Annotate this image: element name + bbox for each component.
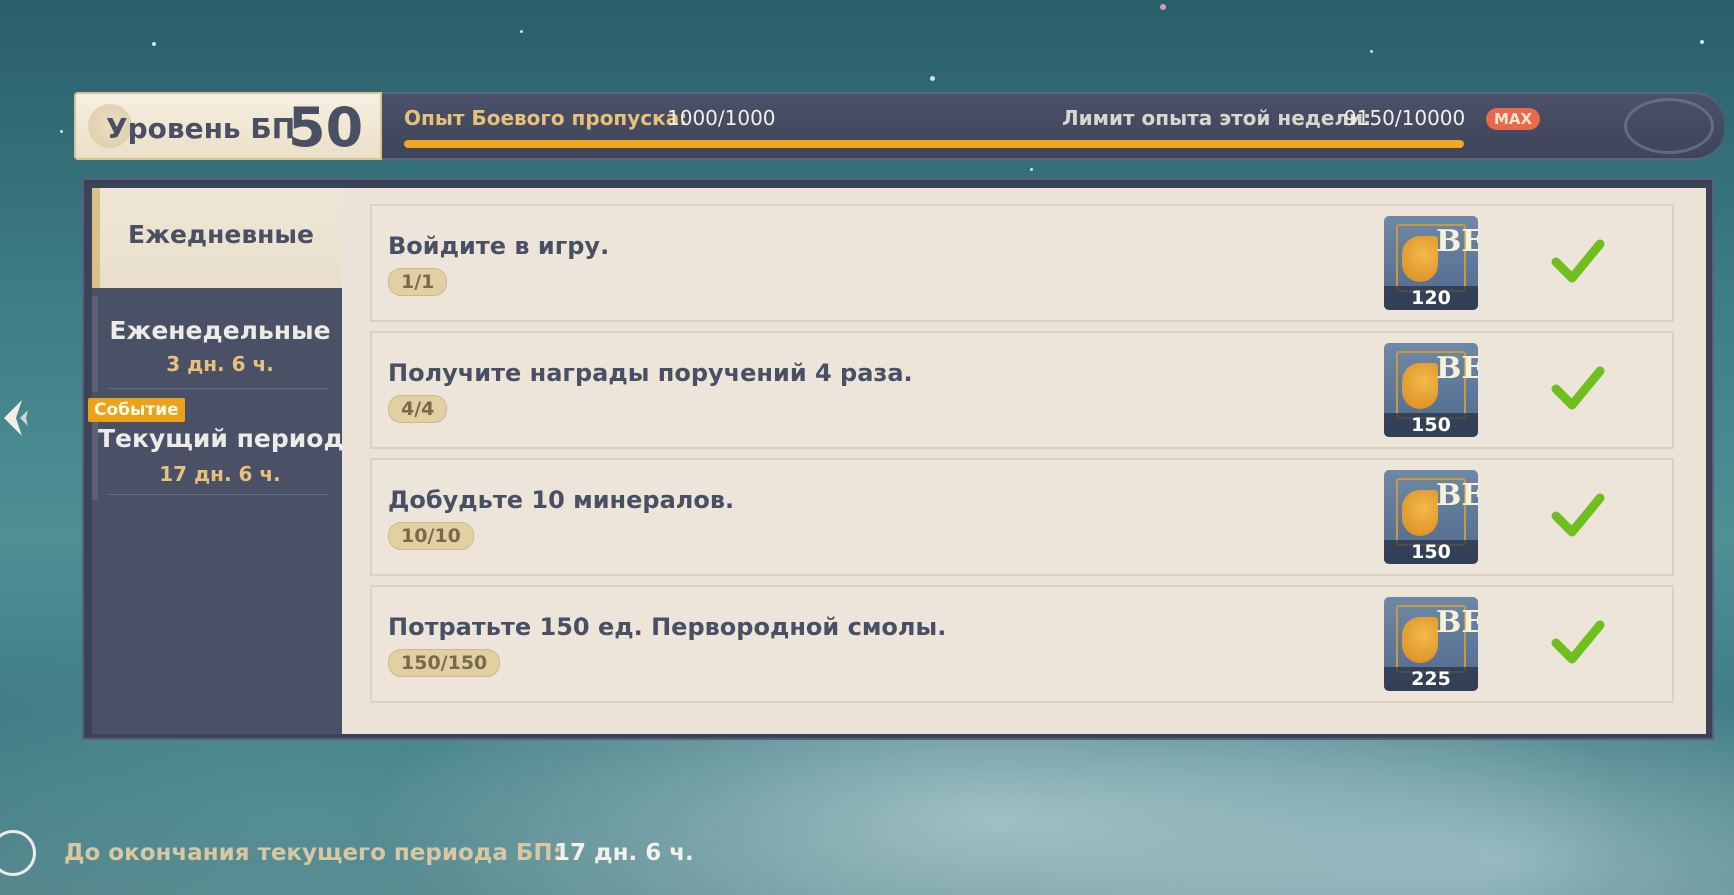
period-end-value: 17 дн. 6 ч. [554, 840, 694, 866]
exp-value: 1000/1000 [667, 106, 776, 130]
reward-item[interactable]: ВЕ 150 [1384, 343, 1478, 437]
exp-progress-bar [404, 140, 1464, 148]
mission-row[interactable]: Добудьте 10 минералов. 10/10 ВЕ 150 [370, 458, 1674, 576]
checkmark-icon [1551, 239, 1605, 283]
mission-progress: 10/10 [388, 522, 474, 550]
reward-count: 120 [1384, 286, 1478, 310]
mission-row[interactable]: Получите награды поручений 4 раза. 4/4 В… [370, 331, 1674, 449]
divider [108, 494, 328, 495]
exp-bar: Опыт Боевого пропуска: 1000/1000 Лимит о… [382, 92, 1724, 160]
checkmark-icon [1551, 620, 1605, 664]
tab-weekly-time: 3 дн. 6 ч. [166, 352, 274, 376]
reward-icon-letters: ВЕ [1436, 224, 1478, 259]
battle-pass-level-box: Уровень БП 50 [74, 92, 382, 160]
tab-weekly[interactable]: Еженедельные 3 дн. 6 ч. [92, 296, 342, 392]
weekly-limit-label: Лимит опыта этой недели: [1062, 106, 1372, 130]
reward-item[interactable]: ВЕ 225 [1384, 597, 1478, 691]
mission-title: Получите награды поручений 4 раза. [388, 359, 913, 387]
mission-list: Войдите в игру. 1/1 ВЕ 120 Получите нагр… [342, 188, 1706, 734]
battle-pass-exp-icon: ВЕ [1396, 351, 1478, 419]
level-value: 50 [288, 96, 364, 159]
mission-progress: 1/1 [388, 268, 448, 296]
exp-progress-fill [404, 140, 1464, 148]
compass-icon [0, 830, 36, 876]
back-arrow-icon[interactable] [2, 398, 32, 438]
reward-icon-letters: ВЕ [1436, 351, 1478, 386]
mission-title: Войдите в игру. [388, 232, 610, 260]
reward-count: 150 [1384, 413, 1478, 437]
mission-title: Добудьте 10 минералов. [388, 486, 735, 514]
battle-pass-exp-icon: ВЕ [1396, 478, 1478, 546]
period-end-label: До окончания текущего периода БП: [64, 840, 562, 866]
mission-row[interactable]: Войдите в игру. 1/1 ВЕ 120 [370, 204, 1674, 322]
weekly-limit-value: 9150/10000 [1344, 106, 1466, 130]
mission-title: Потратьте 150 ед. Первородной смолы. [388, 613, 947, 641]
max-badge: MAX [1486, 108, 1540, 130]
mission-progress: 150/150 [388, 649, 501, 677]
reward-icon-letters: ВЕ [1436, 605, 1478, 640]
tab-current-period-time: 17 дн. 6 ч. [159, 462, 281, 486]
tab-current-period[interactable]: Событие Текущий период 17 дн. 6 ч. [88, 398, 344, 500]
checkmark-icon [1551, 366, 1605, 410]
tab-weekly-label: Еженедельные [109, 316, 331, 345]
reward-item[interactable]: ВЕ 120 [1384, 216, 1478, 310]
exp-label: Опыт Боевого пропуска: [404, 106, 688, 130]
tab-daily[interactable]: Ежедневные [92, 188, 342, 288]
reward-item[interactable]: ВЕ 150 [1384, 470, 1478, 564]
reward-icon-letters: ВЕ [1436, 478, 1478, 513]
mission-category-sidebar: Ежедневные Еженедельные 3 дн. 6 ч. Событ… [88, 188, 344, 734]
checkmark-icon [1551, 493, 1605, 537]
tab-daily-label: Ежедневные [128, 220, 314, 249]
tab-current-period-label: Текущий период [98, 424, 344, 453]
mission-row[interactable]: Потратьте 150 ед. Первородной смолы. 150… [370, 585, 1674, 703]
battle-pass-exp-icon: ВЕ [1396, 224, 1478, 292]
ornament-icon [1624, 98, 1714, 154]
mission-progress: 4/4 [388, 395, 448, 423]
reward-count: 150 [1384, 540, 1478, 564]
event-badge: Событие [88, 398, 185, 422]
battle-pass-exp-icon: ВЕ [1396, 605, 1478, 673]
divider [108, 388, 328, 389]
level-label: Уровень БП [106, 112, 296, 145]
reward-count: 225 [1384, 667, 1478, 691]
